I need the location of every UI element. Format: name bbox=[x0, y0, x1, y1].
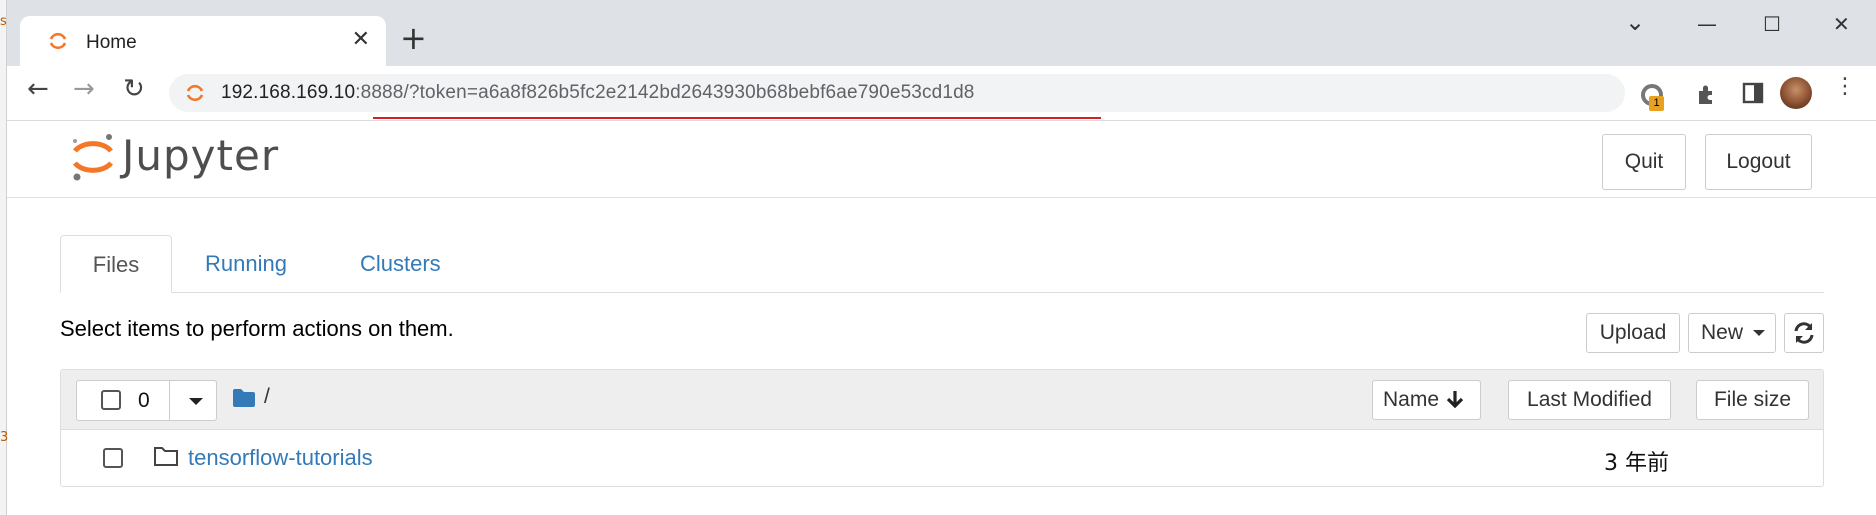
minimize-icon[interactable]: — bbox=[1697, 12, 1717, 36]
select-all-checkbox[interactable] bbox=[101, 390, 121, 410]
jupyter-logo-icon[interactable] bbox=[69, 131, 117, 183]
chevron-down-icon bbox=[1752, 330, 1765, 337]
browser-menu-icon[interactable]: ⋮ bbox=[1834, 76, 1856, 98]
reload-icon[interactable]: ↻ bbox=[123, 76, 145, 102]
jupyter-favicon-icon bbox=[49, 32, 67, 50]
profile-avatar[interactable] bbox=[1780, 77, 1812, 109]
tab-files[interactable]: Files bbox=[60, 235, 172, 293]
refresh-icon bbox=[1794, 322, 1814, 344]
selected-count: 0 bbox=[138, 389, 150, 412]
close-window-icon[interactable]: ✕ bbox=[1833, 12, 1850, 36]
site-info-icon[interactable] bbox=[185, 83, 205, 103]
last-modified-value: 3 年前 bbox=[1604, 451, 1669, 476]
side-panel-icon[interactable] bbox=[1742, 82, 1764, 104]
row-checkbox[interactable] bbox=[103, 448, 123, 468]
url-text[interactable]: 192.168.169.10:8888/?token=a6a8f826b5fc2… bbox=[221, 82, 975, 104]
new-button-label: New bbox=[1701, 321, 1744, 344]
refresh-button[interactable] bbox=[1784, 313, 1824, 353]
tab-running[interactable]: Running bbox=[205, 235, 287, 292]
address-bar[interactable]: 192.168.169.10:8888/?token=a6a8f826b5fc2… bbox=[169, 74, 1625, 112]
name-column-label: Name bbox=[1383, 388, 1440, 411]
edge-mark: s bbox=[0, 14, 7, 29]
jupyter-header: Jupyter Quit Logout bbox=[7, 121, 1876, 198]
extensions-puzzle-icon[interactable] bbox=[1695, 82, 1719, 106]
folder-icon[interactable] bbox=[232, 388, 256, 408]
url-host: 192.168.169.10 bbox=[221, 82, 356, 103]
back-icon[interactable]: ← bbox=[27, 76, 49, 102]
new-tab-icon[interactable]: + bbox=[400, 22, 427, 54]
file-list-header: 0 / Name Last Modified File size bbox=[61, 370, 1823, 430]
tab-title: Home bbox=[86, 32, 137, 53]
sort-by-modified-button[interactable]: Last Modified bbox=[1508, 380, 1671, 420]
left-window-edge: s 3 bbox=[0, 0, 9, 515]
browser-tab-bar: Home ✕ + ⌄ — ☐ ✕ bbox=[7, 0, 1876, 66]
select-divider bbox=[169, 381, 170, 420]
maximize-icon[interactable]: ☐ bbox=[1763, 12, 1781, 36]
browser-toolbar: ← → ↻ 192.168.169.10:8888/?token=a6a8f82… bbox=[7, 66, 1876, 121]
folder-link[interactable]: tensorflow-tutorials bbox=[188, 445, 373, 471]
logout-button[interactable]: Logout bbox=[1705, 134, 1812, 190]
url-highlight-underline bbox=[373, 117, 1101, 119]
upload-button[interactable]: Upload bbox=[1586, 313, 1680, 353]
edge-mark: 3 bbox=[0, 430, 9, 445]
file-list: 0 / Name Last Modified File size tensorf… bbox=[60, 369, 1824, 487]
close-tab-icon[interactable]: ✕ bbox=[352, 27, 370, 52]
main-tabs: Files Running Clusters bbox=[60, 235, 1824, 293]
select-all-group[interactable]: 0 bbox=[76, 380, 217, 421]
new-dropdown-button[interactable]: New bbox=[1688, 313, 1776, 353]
breadcrumb-root[interactable]: / bbox=[264, 385, 270, 409]
tab-clusters[interactable]: Clusters bbox=[360, 235, 441, 292]
select-menu-caret-icon[interactable] bbox=[189, 398, 203, 405]
sort-by-size-button[interactable]: File size bbox=[1696, 380, 1809, 420]
folder-outline-icon bbox=[154, 447, 178, 466]
forward-icon[interactable]: → bbox=[73, 76, 95, 102]
sort-by-name-button[interactable]: Name bbox=[1372, 380, 1481, 420]
url-path: :8888/?token=a6a8f826b5fc2e2142bd2643930… bbox=[355, 82, 975, 103]
extension-badge: 1 bbox=[1649, 96, 1664, 111]
instructions-text: Select items to perform actions on them. bbox=[60, 316, 454, 341]
tab-search-icon[interactable]: ⌄ bbox=[1625, 8, 1645, 36]
list-item[interactable]: tensorflow-tutorials 3 年前 bbox=[61, 430, 1823, 486]
arrow-down-icon bbox=[1446, 391, 1464, 409]
jupyter-logo-text: Jupyter bbox=[122, 131, 280, 180]
browser-tab[interactable]: Home ✕ bbox=[20, 16, 386, 66]
quit-button[interactable]: Quit bbox=[1602, 134, 1686, 190]
